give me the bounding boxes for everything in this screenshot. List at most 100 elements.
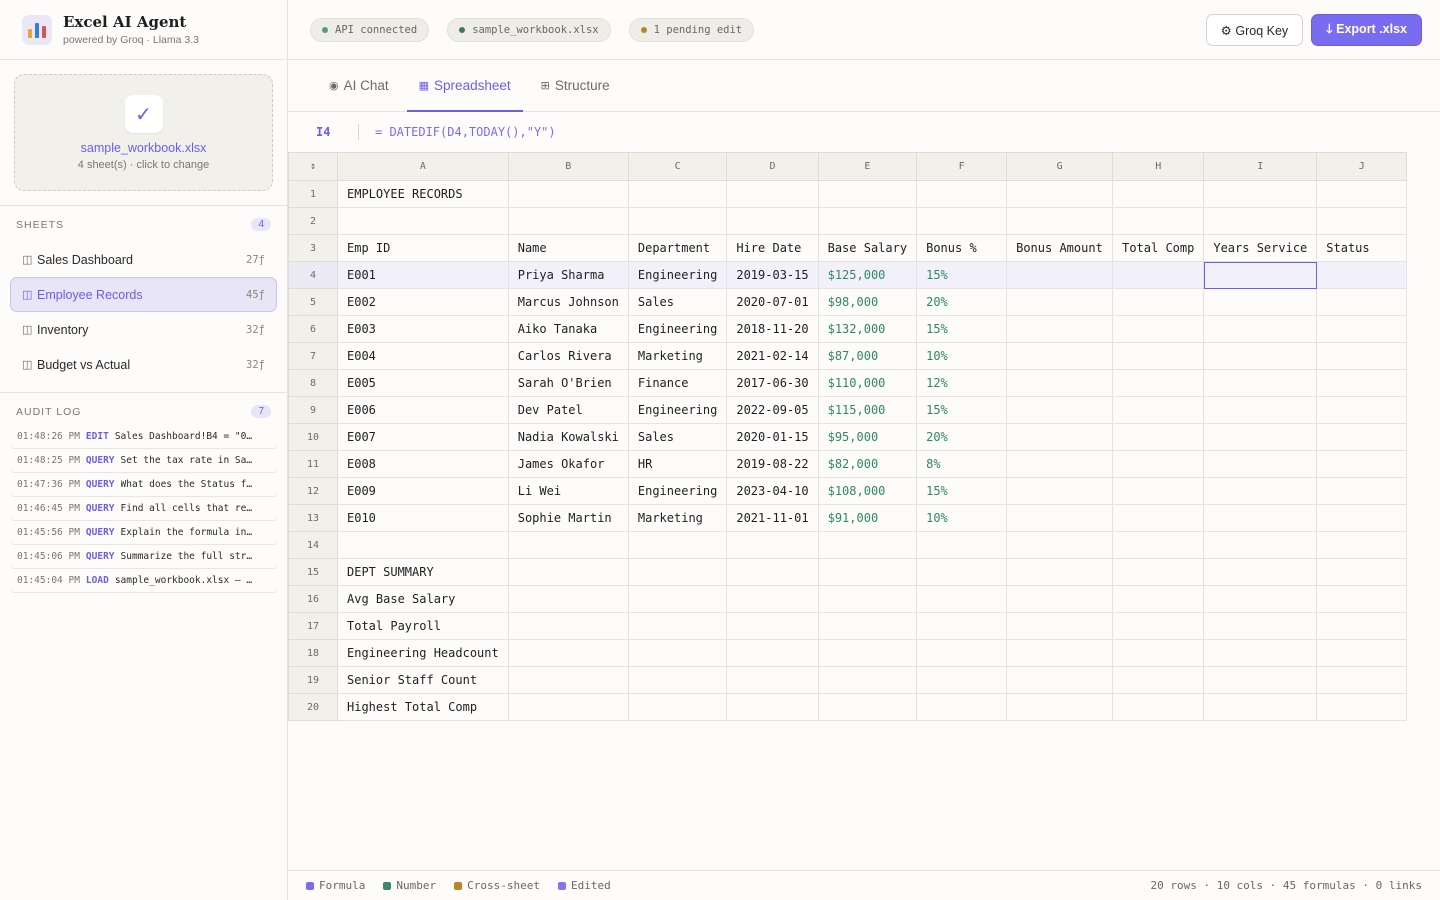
grid-cell[interactable] (627, 585, 728, 613)
grid-cell[interactable] (1112, 639, 1205, 667)
grid-cell[interactable]: Marcus Johnson (507, 288, 629, 316)
grid-cell[interactable]: 10% (916, 342, 1008, 370)
grid-cell[interactable]: Sales (627, 423, 728, 451)
grid-cell[interactable] (1316, 612, 1408, 640)
grid-cell[interactable]: Base Salary (817, 234, 918, 262)
grid-cell[interactable] (726, 180, 819, 208)
grid-cell[interactable] (1006, 693, 1114, 721)
grid-cell[interactable]: Status (1316, 234, 1408, 262)
grid-cell[interactable] (1316, 315, 1408, 343)
grid-cell[interactable] (1112, 477, 1205, 505)
grid-cell[interactable]: $125,000 (817, 261, 918, 289)
grid-cell[interactable] (817, 666, 918, 694)
export-xlsx-button[interactable]: 🡓 Export .xlsx (1311, 14, 1422, 46)
grid-cell[interactable]: HR (627, 450, 728, 478)
row-header[interactable]: 20 (288, 693, 338, 721)
grid-cell[interactable] (1316, 504, 1408, 532)
grid-cell[interactable]: $115,000 (817, 396, 918, 424)
grid-cell[interactable] (1112, 261, 1205, 289)
grid-cell[interactable] (1203, 639, 1318, 667)
grid-cell[interactable]: 20% (916, 288, 1008, 316)
grid-cell[interactable] (337, 531, 509, 559)
grid-cell[interactable] (1316, 450, 1408, 478)
grid-cell[interactable] (726, 585, 819, 613)
row-header[interactable]: 7 (288, 342, 338, 370)
grid-cell[interactable]: James Okafor (507, 450, 629, 478)
grid-cell[interactable]: Engineering (627, 315, 728, 343)
grid-cell[interactable] (817, 693, 918, 721)
grid-cell[interactable]: E009 (337, 477, 509, 505)
grid-cell[interactable] (1316, 207, 1408, 235)
grid-cell[interactable]: E010 (337, 504, 509, 532)
grid-cell[interactable]: E006 (337, 396, 509, 424)
row-header[interactable]: 6 (288, 315, 338, 343)
grid-cell[interactable]: 2020-07-01 (726, 288, 819, 316)
grid-cell[interactable] (916, 666, 1008, 694)
grid-cell[interactable] (1316, 369, 1408, 397)
grid-cell[interactable]: EMPLOYEE RECORDS (337, 180, 509, 208)
column-header-d[interactable]: D (726, 152, 819, 181)
row-header[interactable]: 9 (288, 396, 338, 424)
grid-cell[interactable] (1006, 423, 1114, 451)
grid-cell[interactable] (817, 585, 918, 613)
grid-cell[interactable] (627, 612, 728, 640)
row-header[interactable]: 16 (288, 585, 338, 613)
grid-cell[interactable]: E007 (337, 423, 509, 451)
grid-cell[interactable] (1203, 450, 1318, 478)
grid-cell[interactable] (1006, 261, 1114, 289)
grid-cell[interactable] (507, 693, 629, 721)
grid-cell[interactable]: Engineering Headcount (337, 639, 509, 667)
grid-cell[interactable] (1112, 342, 1205, 370)
grid-cell[interactable] (1316, 639, 1408, 667)
grid-cell[interactable]: Carlos Rivera (507, 342, 629, 370)
grid-cell[interactable] (1316, 342, 1408, 370)
grid-cell[interactable] (507, 558, 629, 586)
grid-cell[interactable] (337, 207, 509, 235)
grid-cell[interactable]: Name (507, 234, 629, 262)
grid-cell[interactable]: E004 (337, 342, 509, 370)
row-header[interactable]: 10 (288, 423, 338, 451)
grid-cell[interactable]: E008 (337, 450, 509, 478)
grid-cell[interactable]: Dev Patel (507, 396, 629, 424)
grid-cell[interactable] (1316, 585, 1408, 613)
sheet-item-sales-dashboard[interactable]: ◫ Sales Dashboard 27ƒ (10, 242, 277, 277)
grid-cell[interactable] (1006, 315, 1114, 343)
audit-log-entry[interactable]: 01:48:26 PM EDIT Sales Dashboard!B4 = "0… (10, 425, 277, 449)
grid-cell[interactable] (1112, 504, 1205, 532)
grid-cell[interactable]: $82,000 (817, 450, 918, 478)
grid-cell[interactable] (1006, 396, 1114, 424)
grid-cell[interactable] (916, 531, 1008, 559)
grid-cell[interactable] (1112, 207, 1205, 235)
grid-cell[interactable] (1006, 639, 1114, 667)
column-header-h[interactable]: H (1112, 152, 1205, 181)
grid-cell[interactable] (817, 531, 918, 559)
row-header[interactable]: 4 (288, 261, 338, 289)
row-header[interactable]: 14 (288, 531, 338, 559)
grid-cell[interactable] (1203, 423, 1318, 451)
grid-cell[interactable] (817, 180, 918, 208)
grid-cell[interactable] (1112, 585, 1205, 613)
grid-cell[interactable] (1203, 558, 1318, 586)
grid-cell[interactable] (916, 612, 1008, 640)
grid-cell[interactable] (1112, 450, 1205, 478)
grid-cell[interactable] (1006, 477, 1114, 505)
file-upload-dropzone[interactable]: ✓ sample_workbook.xlsx 4 sheet(s) · clic… (14, 74, 273, 191)
grid-cell[interactable] (1006, 342, 1114, 370)
grid-cell[interactable]: Sales (627, 288, 728, 316)
grid-cell[interactable]: 15% (916, 261, 1008, 289)
grid-cell[interactable]: 12% (916, 369, 1008, 397)
grid-cell[interactable] (1203, 585, 1318, 613)
grid-cell[interactable] (1006, 450, 1114, 478)
grid-cell[interactable] (1006, 504, 1114, 532)
grid-cell[interactable]: E001 (337, 261, 509, 289)
grid-cell[interactable] (1203, 396, 1318, 424)
grid-cell[interactable]: E002 (337, 288, 509, 316)
grid-cell[interactable]: $98,000 (817, 288, 918, 316)
grid-cell[interactable] (1316, 666, 1408, 694)
grid-cell[interactable]: E005 (337, 369, 509, 397)
grid-cell[interactable]: 2019-08-22 (726, 450, 819, 478)
grid-cell[interactable] (1316, 180, 1408, 208)
grid-cell[interactable] (507, 666, 629, 694)
grid-cell[interactable] (1112, 396, 1205, 424)
column-header-c[interactable]: C (627, 152, 728, 181)
